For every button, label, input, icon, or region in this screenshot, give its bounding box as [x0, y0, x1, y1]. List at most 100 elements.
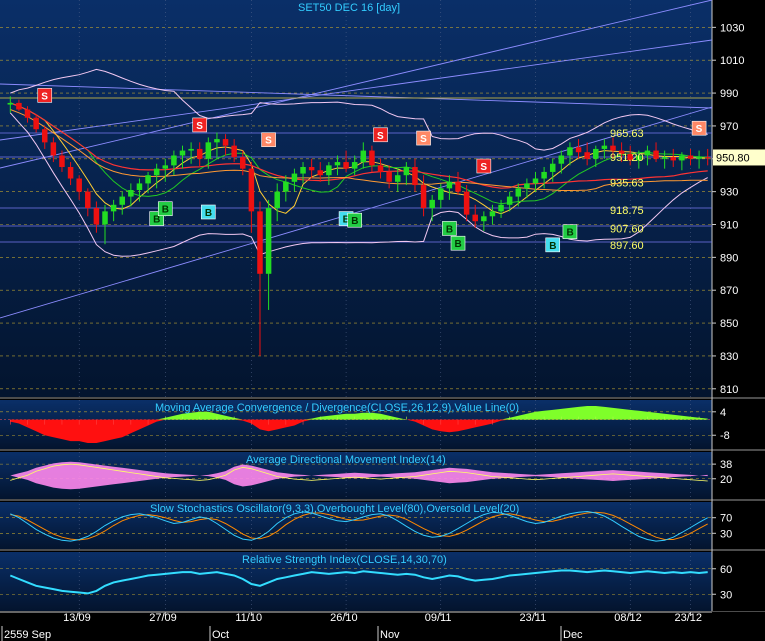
candle-body: [446, 181, 453, 189]
signal-marker-label: B: [351, 216, 358, 227]
price-level-label: 935.63: [610, 177, 644, 189]
candle-body: [429, 199, 435, 209]
price-chart-title: SET50 DEC 16 [day]: [298, 2, 400, 14]
candle-body: [93, 208, 100, 225]
candle-body: [7, 102, 14, 105]
candle-body: [265, 208, 272, 274]
candle-body: [584, 152, 590, 159]
candle-body: [214, 139, 220, 143]
candle-body: [481, 216, 487, 222]
candle-body: [438, 188, 444, 200]
price-tick-label: 870: [720, 285, 738, 297]
candle-body: [506, 196, 513, 205]
candle-body: [644, 150, 651, 156]
macd-title: Moving Average Convergence / Divergence(…: [155, 402, 519, 414]
candle-body: [231, 145, 237, 158]
month-label: Oct: [212, 629, 229, 641]
stock-chart: 1030101099097095093091089087085083081096…: [0, 0, 765, 641]
time-tick-label: 23/12: [674, 612, 702, 624]
candle-body: [489, 211, 496, 217]
price-tick-label: 970: [720, 121, 738, 133]
candle-body: [162, 165, 169, 169]
candle-body: [300, 167, 306, 174]
candle-body: [179, 150, 186, 156]
last-price-value: 950.80: [716, 152, 750, 164]
signal-marker-label: B: [549, 241, 556, 252]
candle-body: [343, 162, 349, 169]
candle-body: [567, 147, 573, 156]
month-label: Dec: [563, 629, 583, 641]
price-tick-label: 810: [720, 384, 738, 396]
price-tick-label: 1030: [720, 22, 744, 34]
candle-body: [558, 155, 565, 164]
adx-title: Average Directional Movement Index(14): [246, 454, 446, 466]
time-tick-label: 08/12: [614, 612, 642, 624]
candle-body: [291, 173, 298, 182]
time-tick-label: 26/10: [330, 612, 358, 624]
candle-body: [403, 167, 410, 176]
time-tick-label: 09/11: [425, 612, 452, 624]
signal-marker-label: S: [41, 91, 48, 102]
signal-marker-label: S: [420, 134, 427, 145]
candle-body: [524, 183, 530, 189]
price-tick-label: 830: [720, 351, 738, 363]
candle-body: [205, 142, 212, 159]
candle-body: [575, 147, 582, 153]
candle-body: [334, 162, 341, 166]
time-tick-label: 13/09: [63, 612, 91, 624]
candle-body: [394, 175, 401, 182]
stochastics-title: Slow Stochastics Oscillator(9,3,3),Overb…: [150, 503, 519, 515]
signal-marker-label: S: [377, 131, 384, 142]
candle-body: [33, 117, 39, 130]
signal-marker-label: S: [196, 121, 203, 132]
candle-body: [386, 171, 392, 182]
candle-body: [455, 181, 461, 192]
price-tick-label: 1010: [720, 55, 744, 67]
panel-tick-label: 70: [720, 513, 732, 525]
panel-tick-label: -8: [720, 430, 730, 442]
candle-body: [670, 157, 677, 161]
rsi-title: Relative Strength Index(CLOSE,14,30,70): [242, 554, 447, 566]
candle-body: [67, 167, 74, 179]
candle-body: [704, 157, 711, 159]
panel-background-0: [0, 0, 712, 397]
month-label: Nov: [380, 629, 400, 641]
candle-body: [593, 148, 599, 159]
candle-body: [601, 145, 608, 149]
candle-body: [541, 171, 547, 179]
candle-body: [687, 155, 694, 159]
candle-body: [317, 170, 324, 176]
month-label: 2559 Sep: [4, 629, 51, 641]
price-level-label: 907.60: [610, 223, 644, 235]
candle-body: [463, 191, 470, 215]
panel-tick-label: 30: [720, 589, 732, 601]
candle-body: [498, 204, 504, 212]
candle-body: [248, 168, 255, 212]
price-tick-label: 990: [720, 88, 738, 100]
candle-body: [351, 162, 358, 169]
time-tick-label: 11/10: [235, 612, 262, 624]
candle-body: [136, 183, 143, 190]
candle-body: [515, 188, 522, 197]
candle-body: [549, 163, 556, 172]
panel-tick-label: 60: [720, 564, 732, 576]
signal-marker-label: B: [153, 215, 160, 226]
signal-marker-label: S: [265, 136, 272, 147]
candle-body: [153, 168, 160, 176]
candle-body: [85, 191, 91, 209]
price-tick-label: 890: [720, 252, 738, 264]
price-level-label: 965.63: [610, 128, 644, 140]
candle-body: [240, 157, 246, 169]
candle-body: [16, 102, 22, 110]
chart-window: 1030101099097095093091089087085083081096…: [0, 0, 765, 641]
candle-body: [679, 155, 685, 161]
candle-body: [119, 196, 125, 205]
candle-body: [308, 167, 315, 171]
candle-body: [188, 148, 194, 151]
signal-marker-label: B: [446, 224, 453, 235]
candle-body: [696, 157, 702, 159]
price-level-label: 918.75: [610, 205, 644, 217]
candle-body: [50, 142, 57, 156]
signal-marker-label: S: [480, 162, 487, 173]
candle-body: [110, 204, 117, 212]
